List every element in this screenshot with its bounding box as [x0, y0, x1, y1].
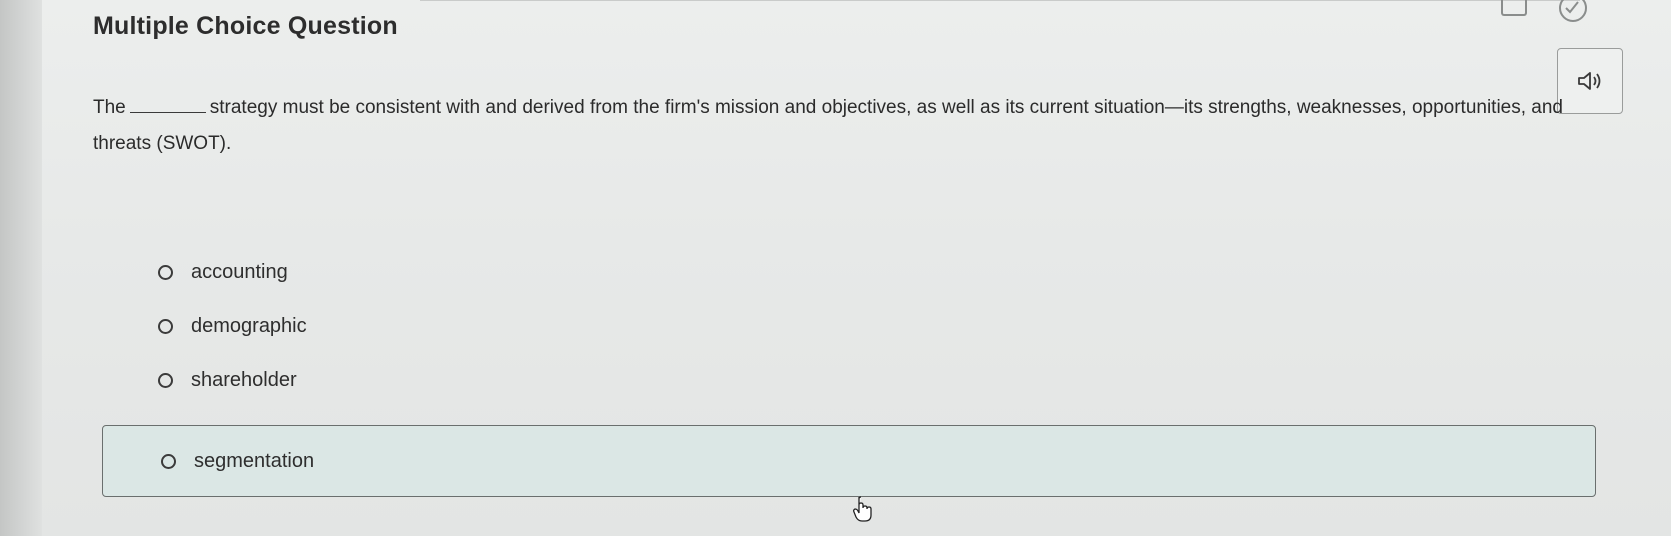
left-edge-shadow — [0, 0, 42, 536]
speaker-icon — [1578, 72, 1601, 90]
radio-button[interactable] — [158, 372, 173, 388]
radio-button[interactable] — [158, 264, 173, 280]
option-shareholder[interactable]: shareholder — [100, 355, 297, 405]
check-circle-icon[interactable] — [1559, 0, 1587, 22]
stem-start: The — [93, 97, 126, 118]
option-accounting[interactable]: accounting — [100, 247, 288, 297]
option-demographic[interactable]: demographic — [100, 301, 307, 351]
question-stem: The strategy must be consistent with and … — [93, 90, 1563, 162]
question-page: Multiple Choice Question The strategy mus… — [0, 0, 1671, 536]
answer-blank — [129, 96, 206, 113]
radio-button[interactable] — [161, 453, 176, 469]
option-label: shareholder — [191, 368, 297, 391]
calculator-icon[interactable] — [1501, 0, 1527, 16]
question-title: Multiple Choice Question — [93, 12, 398, 40]
check-mark-icon — [1565, 1, 1579, 14]
radio-button[interactable] — [158, 318, 173, 334]
option-label: demographic — [191, 314, 307, 337]
top-divider — [420, 0, 1580, 1]
option-label: segmentation — [194, 449, 315, 472]
stem-end: strategy must be consistent with and der… — [93, 97, 1563, 154]
option-segmentation[interactable]: segmentation — [102, 425, 1596, 497]
option-label: accounting — [191, 260, 288, 283]
hand-pointer-icon — [852, 495, 874, 528]
top-toolbar — [1501, 0, 1641, 24]
read-aloud-button[interactable] — [1557, 48, 1623, 114]
